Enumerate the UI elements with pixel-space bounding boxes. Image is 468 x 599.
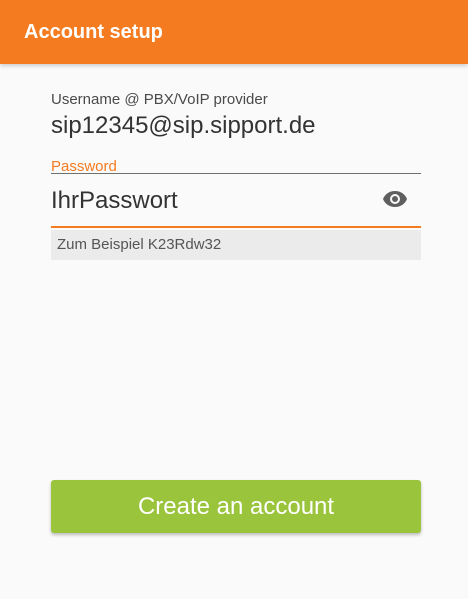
password-label: Password [51, 158, 117, 175]
username-input[interactable]: sip12345@sip.sipport.de [51, 111, 421, 141]
app-bar: Account setup [0, 0, 468, 64]
create-account-button[interactable]: Create an account [51, 480, 421, 533]
password-input[interactable]: IhrPasswort [51, 186, 421, 216]
create-account-label: Create an account [137, 492, 335, 520]
username-field[interactable]: Username @ PBX/VoIP provider sip12345@si… [51, 91, 421, 174]
password-underline [51, 226, 421, 228]
app-title: Account setup [24, 21, 163, 43]
username-label: Username @ PBX/VoIP provider [51, 91, 268, 108]
account-setup-form: Username @ PBX/VoIP provider sip12345@si… [0, 64, 468, 599]
password-hint: Zum Beispiel K23Rdw32 [51, 230, 421, 260]
password-hint-text: Zum Beispiel K23Rdw32 [57, 236, 222, 253]
password-field[interactable]: Password IhrPasswort [51, 158, 421, 232]
eye-icon [382, 190, 408, 213]
toggle-password-visibility-button[interactable] [381, 190, 409, 212]
